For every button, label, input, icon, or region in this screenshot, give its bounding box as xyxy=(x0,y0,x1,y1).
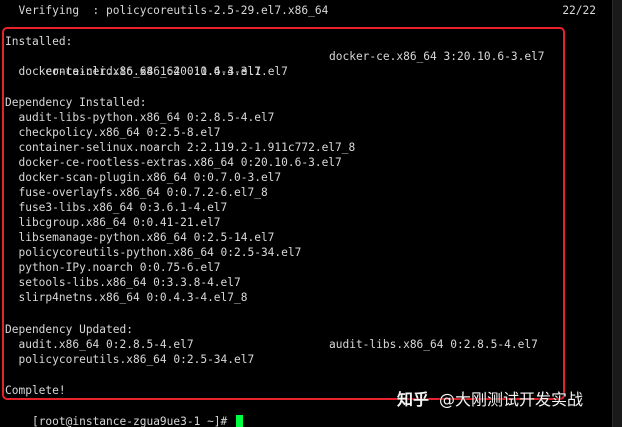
shell-prompt: [root@instance-zgua9ue3-1 ~]# xyxy=(31,415,235,427)
dep-installed-item: fuse-overlayfs.x86_64 0:0.7.2-6.el7_8 xyxy=(5,186,268,199)
complete-message: Complete! xyxy=(5,384,66,397)
installed-header: Installed: xyxy=(5,35,73,48)
dep-installed-item: libcgroup.x86_64 0:0.41-21.el7 xyxy=(5,216,221,229)
dep-installed-item: policycoreutils-python.x86_64 0:2.5-34.e… xyxy=(5,246,302,259)
dep-installed-item: container-selinux.noarch 2:2.119.2-1.911… xyxy=(5,141,356,154)
progress-count: 22/22 xyxy=(562,4,596,17)
vertical-scrollbar[interactable] xyxy=(612,0,622,427)
dependency-installed-header: Dependency Installed: xyxy=(5,96,147,109)
dep-installed-item: docker-ce-rootless-extras.x86_64 0:20.10… xyxy=(5,156,342,169)
dep-updated-pkg-audit-libs: audit-libs.x86_64 0:2.8.5-4.el7 xyxy=(329,338,538,351)
watermark-author: @大刚测试开发实战 xyxy=(439,390,584,409)
dep-installed-item: setools-libs.x86_64 0:3.3.8-4.el7 xyxy=(5,276,241,289)
verifying-line: Verifying : policycoreutils-2.5-29.el7.x… xyxy=(5,4,329,17)
dep-installed-item: libsemanage-python.x86_64 0:2.5-14.el7 xyxy=(5,231,275,244)
dep-updated-pkg-audit: audit.x86_64 0:2.8.5-4.el7 xyxy=(5,338,194,351)
installed-row-1: containerd.io.x86_64 0:1.4.4-3.1.el7 xyxy=(5,49,287,78)
terminal-window[interactable]: Verifying : policycoreutils-2.5-29.el7.x… xyxy=(0,0,622,427)
watermark: 知乎 @大刚测试开发实战 xyxy=(397,388,583,412)
installed-pkg-docker-ce-cli: docker-ce-cli.x86_64 1:20.10.6-3.el7 xyxy=(5,65,261,78)
dep-installed-item: fuse3-libs.x86_64 0:3.6.1-4.el7 xyxy=(5,201,228,214)
dep-installed-item: slirp4netns.x86_64 0:0.4.3-4.el7_8 xyxy=(5,291,248,304)
dep-installed-item: audit-libs-python.x86_64 0:2.8.5-4.el7 xyxy=(5,111,275,124)
shell-prompt-line[interactable]: [root@instance-zgua9ue3-1 ~]# xyxy=(5,399,244,427)
dependency-updated-header: Dependency Updated: xyxy=(5,323,133,336)
dep-installed-item: python-IPy.noarch 0:0.75-6.el7 xyxy=(5,261,221,274)
dep-updated-pkg-policycoreutils: policycoreutils.x86_64 0:2.5-34.el7 xyxy=(5,353,255,366)
dep-installed-item: docker-scan-plugin.x86_64 0:0.7.0-3.el7 xyxy=(5,171,282,184)
dep-installed-item: checkpolicy.x86_64 0:2.5-8.el7 xyxy=(5,126,221,139)
text-cursor[interactable] xyxy=(236,415,244,427)
watermark-brand: 知乎 xyxy=(397,390,430,409)
installed-pkg-docker-ce: docker-ce.x86_64 3:20.10.6-3.el7 xyxy=(329,50,545,63)
